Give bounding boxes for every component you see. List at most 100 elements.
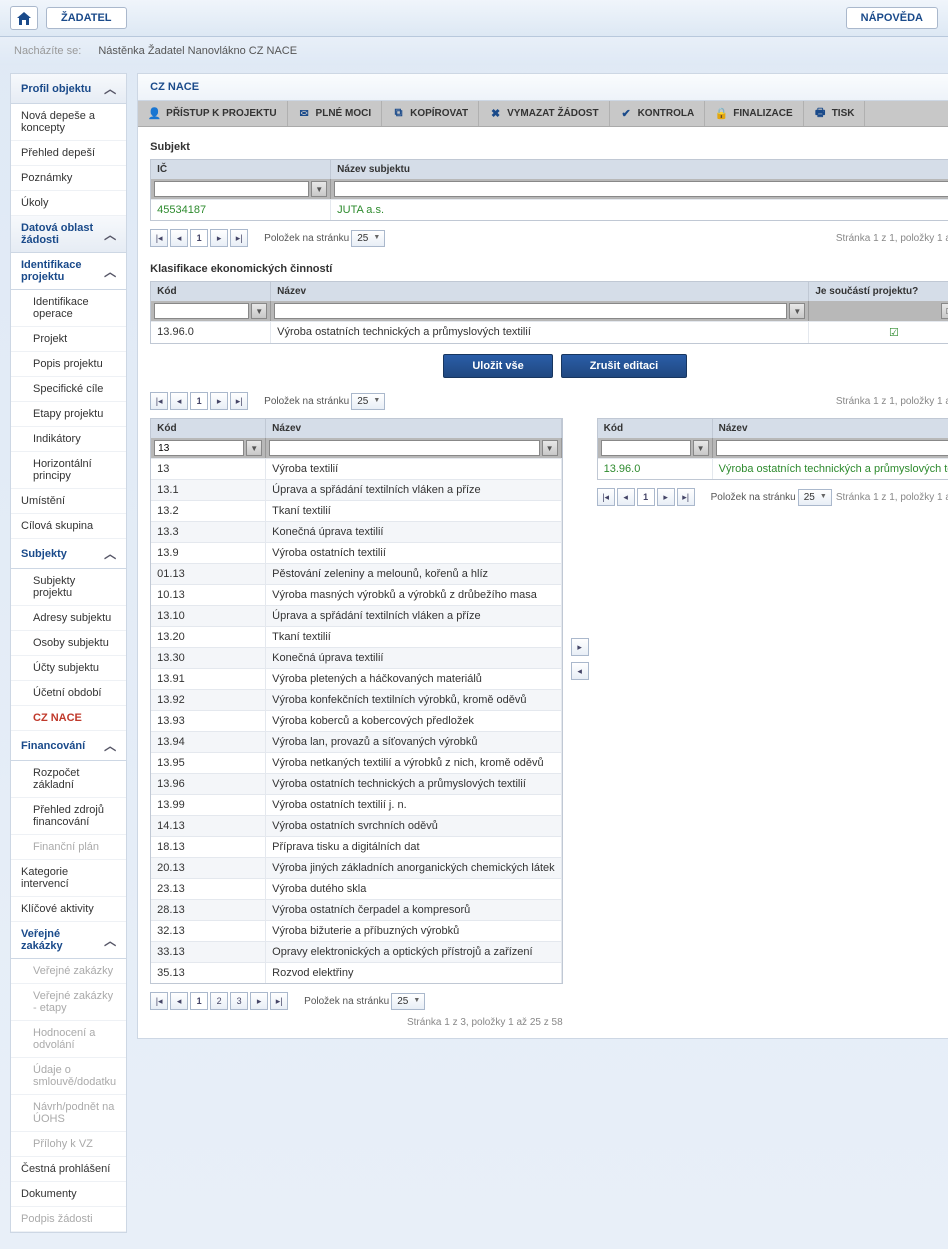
- tool-kontrola[interactable]: ✔KONTROLA: [610, 101, 706, 126]
- breadcrumb-item[interactable]: Nástěnka: [98, 45, 144, 57]
- sidebar-item[interactable]: Horizontální principy: [11, 452, 126, 489]
- pager-size-select[interactable]: 25: [391, 993, 425, 1010]
- table-row[interactable]: 23.13Výroba dutého skla: [151, 878, 561, 899]
- pager-page[interactable]: 1: [190, 229, 208, 247]
- cancel-edit-button[interactable]: Zrušit editaci: [561, 354, 687, 378]
- pager-prev[interactable]: ◂: [170, 229, 188, 247]
- table-row[interactable]: 13.10Úprava a spřádání textilních vláken…: [151, 605, 561, 626]
- table-row[interactable]: 13.30Konečná úprava textilií: [151, 647, 561, 668]
- col-nazev-subjektu[interactable]: Název subjektu: [331, 160, 948, 179]
- pager-size-select[interactable]: 25: [351, 230, 385, 247]
- sidebar-item[interactable]: Přehled depeší: [11, 141, 126, 166]
- pager-size-select[interactable]: 25: [351, 393, 385, 410]
- sidebar-item[interactable]: Přehled zdrojů financování: [11, 798, 126, 835]
- col-kod[interactable]: Kód: [598, 419, 713, 438]
- pager-next[interactable]: ▸: [210, 229, 228, 247]
- col-soucast[interactable]: Je součástí projektu?: [809, 282, 948, 301]
- sidebar-item[interactable]: Dokumenty: [11, 1182, 126, 1207]
- napoveda-button[interactable]: NÁPOVĚDA: [846, 7, 938, 29]
- col-kod[interactable]: Kód: [151, 282, 271, 301]
- pager-page[interactable]: 1: [190, 992, 208, 1010]
- pager-size-select[interactable]: 25: [798, 489, 832, 506]
- col-ic[interactable]: IČ: [151, 160, 331, 179]
- pager-next[interactable]: ▸: [657, 488, 675, 506]
- tool-tisk[interactable]: 🖶TISK: [804, 101, 866, 126]
- sidebar-item[interactable]: Osoby subjektu: [11, 631, 126, 656]
- pager-prev[interactable]: ◂: [617, 488, 635, 506]
- table-row[interactable]: 13.9Výroba ostatních textilií: [151, 542, 561, 563]
- table-row[interactable]: 14.13Výroba ostatních svrchních oděvů: [151, 815, 561, 836]
- pager-last[interactable]: ▸|: [230, 392, 248, 410]
- col-nazev[interactable]: Název: [266, 419, 561, 438]
- filter-icon[interactable]: ▼: [542, 440, 558, 456]
- col-nazev[interactable]: Název: [271, 282, 809, 301]
- table-row[interactable]: 13.96.0 Výroba ostatních technických a p…: [151, 321, 948, 343]
- sidebar-item[interactable]: Čestná prohlášení: [11, 1157, 126, 1182]
- filter-checkbox[interactable]: ☐: [941, 303, 948, 319]
- sidebar-item[interactable]: Účetní období: [11, 681, 126, 706]
- sidebar-item[interactable]: Účty subjektu: [11, 656, 126, 681]
- table-row[interactable]: 18.13Příprava tisku a digitálních dat: [151, 836, 561, 857]
- col-kod[interactable]: Kód: [151, 419, 266, 438]
- col-nazev[interactable]: Název: [713, 419, 948, 438]
- home-button[interactable]: [10, 6, 38, 30]
- pager-first[interactable]: |◂: [597, 488, 615, 506]
- sidebar-item[interactable]: Kategorie intervencí: [11, 860, 126, 897]
- pager-page[interactable]: 3: [230, 992, 248, 1010]
- table-row[interactable]: 13Výroba textilií: [151, 458, 561, 479]
- sidebar-item[interactable]: Etapy projektu: [11, 402, 126, 427]
- filter-kod-right[interactable]: [601, 440, 691, 456]
- table-row[interactable]: 45534187 JUTA a.s.: [151, 199, 948, 220]
- zadatel-button[interactable]: ŽADATEL: [46, 7, 127, 29]
- filter-kod-left[interactable]: [154, 440, 244, 456]
- pager-last[interactable]: ▸|: [270, 992, 288, 1010]
- sidebar-item[interactable]: Klíčové aktivity: [11, 897, 126, 922]
- filter-nazev-left[interactable]: [269, 440, 539, 456]
- filter-nazev-subjektu[interactable]: [334, 181, 948, 197]
- sidebar-item[interactable]: Projekt: [11, 327, 126, 352]
- sidebar-section-financovani[interactable]: Financování︿: [11, 731, 126, 761]
- table-row[interactable]: 20.13Výroba jiných základních anorganick…: [151, 857, 561, 878]
- filter-nazev[interactable]: [274, 303, 787, 319]
- pager-last[interactable]: ▸|: [677, 488, 695, 506]
- pager-page[interactable]: 1: [637, 488, 655, 506]
- sidebar-item[interactable]: Specifické cíle: [11, 377, 126, 402]
- sidebar-item-cznace[interactable]: CZ NACE: [11, 706, 126, 731]
- sidebar-item[interactable]: Údaje o smlouvě/dodatku: [11, 1058, 126, 1095]
- cell-checkbox[interactable]: ☑: [809, 322, 948, 343]
- tool-vymazat[interactable]: ✖VYMAZAT ŽÁDOST: [479, 101, 609, 126]
- breadcrumb-item[interactable]: CZ NACE: [249, 45, 297, 57]
- filter-icon[interactable]: ▼: [693, 440, 709, 456]
- tool-pristup[interactable]: 👤PŘÍSTUP K PROJEKTU: [138, 101, 287, 126]
- sidebar-item[interactable]: Nová depeše a koncepty: [11, 104, 126, 141]
- sidebar-item[interactable]: Popis projektu: [11, 352, 126, 377]
- table-row[interactable]: 13.95Výroba netkaných textilií a výrobků…: [151, 752, 561, 773]
- sidebar-item[interactable]: Veřejné zakázky - etapy: [11, 984, 126, 1021]
- table-row[interactable]: 32.13Výroba bižuterie a příbuzných výrob…: [151, 920, 561, 941]
- tool-kopirovat[interactable]: ⧉KOPÍROVAT: [382, 101, 479, 126]
- sidebar-section-profil[interactable]: Profil objektu︿: [11, 74, 126, 104]
- tool-finalizace[interactable]: 🔒FINALIZACE: [705, 101, 803, 126]
- table-row[interactable]: 13.2Tkaní textilií: [151, 500, 561, 521]
- filter-icon[interactable]: ▼: [789, 303, 805, 319]
- pager-prev[interactable]: ◂: [170, 992, 188, 1010]
- sidebar-item[interactable]: Identifikace operace: [11, 290, 126, 327]
- sidebar-item[interactable]: Indikátory: [11, 427, 126, 452]
- table-row[interactable]: 28.13Výroba ostatních čerpadel a kompres…: [151, 899, 561, 920]
- table-row[interactable]: 10.13Výroba masných výrobků a výrobků z …: [151, 584, 561, 605]
- table-row[interactable]: 13.96.0 Výroba ostatních technických a p…: [598, 458, 948, 479]
- table-row[interactable]: 01.13Pěstování zeleniny a melounů, kořen…: [151, 563, 561, 584]
- sidebar-item[interactable]: Podpis žádosti: [11, 1207, 126, 1232]
- pager-last[interactable]: ▸|: [230, 229, 248, 247]
- sidebar-item[interactable]: Rozpočet základní: [11, 761, 126, 798]
- pager-page[interactable]: 2: [210, 992, 228, 1010]
- sidebar-section-datova[interactable]: Datová oblast žádosti︿: [11, 216, 126, 253]
- sidebar-item[interactable]: Cílová skupina: [11, 514, 126, 539]
- table-row[interactable]: 13.20Tkaní textilií: [151, 626, 561, 647]
- pager-page[interactable]: 1: [190, 392, 208, 410]
- pager-first[interactable]: |◂: [150, 392, 168, 410]
- sidebar-item[interactable]: Subjekty projektu: [11, 569, 126, 606]
- filter-icon[interactable]: ▼: [246, 440, 262, 456]
- pager-next[interactable]: ▸: [250, 992, 268, 1010]
- breadcrumb-item[interactable]: Žadatel: [148, 45, 185, 57]
